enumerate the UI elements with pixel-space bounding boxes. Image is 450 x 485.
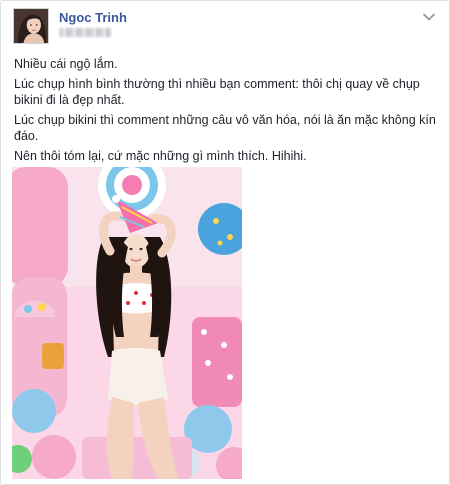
post-body: Nhiều cái ngộ lắm. Lúc chụp hình bình th… — [14, 56, 440, 164]
post-text-line: Nên thôi tóm lại, cứ mặc những gì mình t… — [14, 149, 307, 163]
post-text-line: Lúc chụp hình bình thường thì nhiều bạn … — [14, 77, 420, 107]
post-text-line: Nhiều cái ngộ lắm. — [14, 57, 118, 71]
timestamp-redacted — [59, 28, 111, 37]
avatar-image — [14, 9, 48, 43]
post-photo[interactable] — [12, 167, 242, 479]
post-options-button[interactable] — [421, 9, 437, 25]
photo-illustration — [12, 167, 242, 479]
author-name-link[interactable]: Ngoc Trinh — [59, 10, 127, 25]
author-avatar[interactable] — [13, 8, 49, 44]
chevron-down-icon — [423, 13, 435, 21]
post-card: Ngoc Trinh Nhiều cái ngộ lắm. Lúc chụp h… — [0, 0, 450, 485]
post-text-line: Lúc chụp bikini thì comment những câu vô… — [14, 113, 436, 143]
